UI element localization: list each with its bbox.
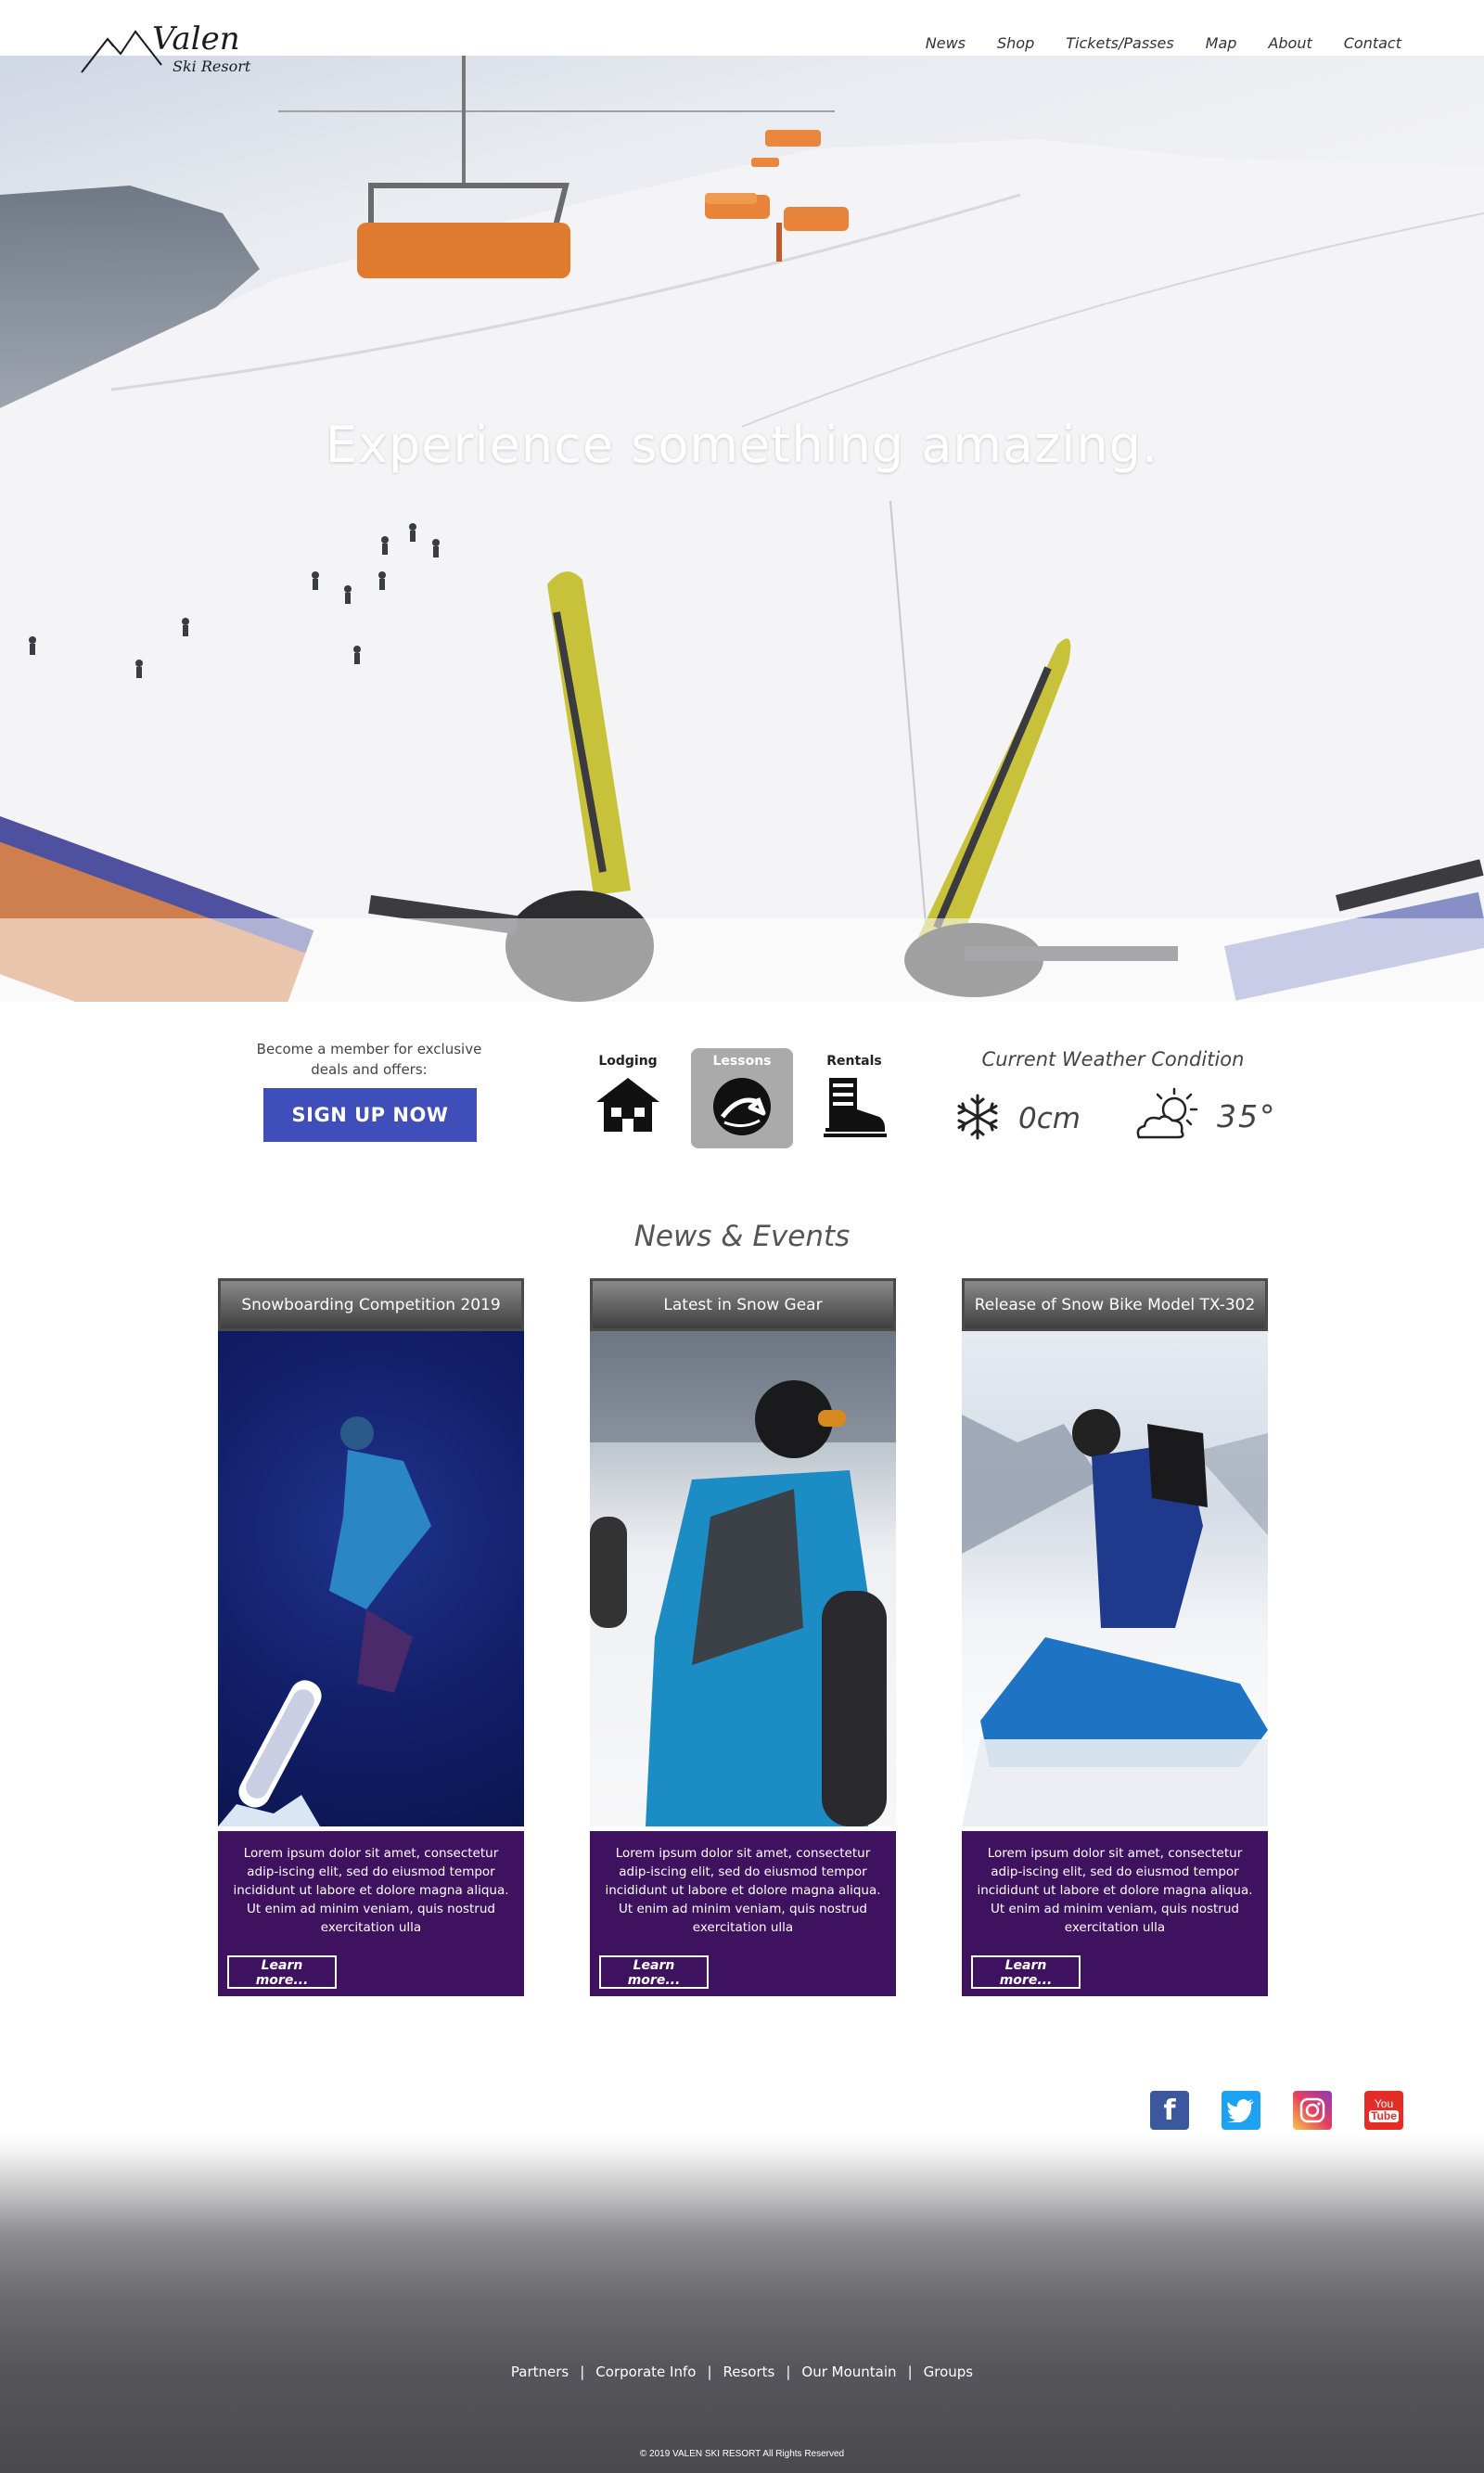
membership-text: Become a member for exclusive deals and … <box>256 1041 482 1078</box>
partly-cloudy-icon <box>1136 1087 1198 1139</box>
news-card-title[interactable]: Snowboarding Competition 2019 <box>218 1278 524 1331</box>
ski-slope-image <box>0 56 1484 1002</box>
service-label: Lessons <box>712 1054 772 1069</box>
logo-name: Valen <box>152 20 240 58</box>
service-lessons[interactable]: Lessons <box>691 1048 793 1148</box>
temperature: 35° <box>1217 1098 1277 1134</box>
footer-link-corporate-info[interactable]: Corporate Info <box>595 2364 696 2380</box>
news-card-body: Lorem ipsum dolor sit amet, consectetur … <box>590 1831 896 1996</box>
news-card-text: Lorem ipsum dolor sit amet, consectetur … <box>977 1846 1253 1935</box>
news-card-title[interactable]: Release of Snow Bike Model TX-302 <box>962 1278 1268 1331</box>
footer-link-our-mountain[interactable]: Our Mountain <box>801 2364 896 2380</box>
facebook-icon[interactable]: f <box>1150 2091 1189 2130</box>
instagram-icon[interactable] <box>1293 2091 1332 2130</box>
footer-link-groups[interactable]: Groups <box>924 2364 973 2380</box>
service-lodging[interactable]: Lodging <box>577 1048 679 1148</box>
ski-trail-icon <box>713 1078 771 1135</box>
service-label: Lodging <box>598 1054 658 1069</box>
news-section-title: News & Events <box>633 1220 851 1253</box>
youtube-icon[interactable]: You Tube <box>1364 2091 1403 2130</box>
footer-background <box>0 2133 1484 2473</box>
snow-gear-photo <box>590 1331 896 1826</box>
sign-up-button[interactable]: SIGN UP NOW <box>263 1088 477 1142</box>
news-card: Latest in Snow Gear Lorem ipsum dolor si… <box>590 1278 896 1996</box>
news-card-body: Lorem ipsum dolor sit amet, consectetur … <box>218 1831 524 1996</box>
news-card-text: Lorem ipsum dolor sit amet, consectetur … <box>605 1846 881 1935</box>
logo[interactable]: Valen Ski Resort <box>80 20 256 82</box>
snowboarder-photo <box>218 1331 524 1826</box>
learn-more-button[interactable]: Learn more... <box>227 1955 337 1989</box>
snowflake-icon <box>957 1094 998 1140</box>
ski-boot-icon <box>824 1078 887 1137</box>
news-card: Release of Snow Bike Model TX-302 Lorem … <box>962 1278 1268 1996</box>
nav-contact[interactable]: Contact <box>1344 34 1401 52</box>
site-header: Valen Ski Resort News Shop Tickets/Passe… <box>0 0 1484 93</box>
hero-title: Experience something amazing. <box>325 416 1159 474</box>
nav-about[interactable]: About <box>1268 34 1311 52</box>
learn-more-button[interactable]: Learn more... <box>971 1955 1081 1989</box>
snow-depth: 0cm <box>1018 1102 1081 1135</box>
lodge-icon <box>596 1078 659 1132</box>
news-card: Snowboarding Competition 2019 Lorem ipsu… <box>218 1278 524 1996</box>
service-label: Rentals <box>826 1054 882 1069</box>
copyright: © 2019 VALEN SKI RESORT All Rights Reser… <box>639 2449 845 2459</box>
mountain-logo-icon <box>81 30 162 73</box>
snow-bike-photo <box>962 1331 1268 1826</box>
weather-title: Current Weather Condition <box>981 1048 1245 1070</box>
nav-news[interactable]: News <box>926 34 966 52</box>
main-nav: News Shop Tickets/Passes Map About Conta… <box>926 34 1401 52</box>
footer-link-resorts[interactable]: Resorts <box>723 2364 775 2380</box>
nav-tickets-passes[interactable]: Tickets/Passes <box>1066 34 1173 52</box>
service-rentals[interactable]: Rentals <box>803 1048 905 1148</box>
nav-map[interactable]: Map <box>1206 34 1237 52</box>
news-card-body: Lorem ipsum dolor sit amet, consectetur … <box>962 1831 1268 1996</box>
twitter-icon[interactable] <box>1222 2091 1260 2130</box>
learn-more-button[interactable]: Learn more... <box>599 1955 709 1989</box>
footer-links: Partners | Corporate Info | Resorts | Our Moun… <box>510 2364 974 2380</box>
news-card-text: Lorem ipsum dolor sit amet, consectetur … <box>233 1846 509 1935</box>
news-card-title[interactable]: Latest in Snow Gear <box>590 1278 896 1331</box>
footer-link-partners[interactable]: Partners <box>511 2364 569 2380</box>
logo-subtitle: Ski Resort <box>173 58 251 75</box>
nav-shop[interactable]: Shop <box>997 34 1034 52</box>
hero-banner: Experience something amazing. <box>0 56 1484 1002</box>
